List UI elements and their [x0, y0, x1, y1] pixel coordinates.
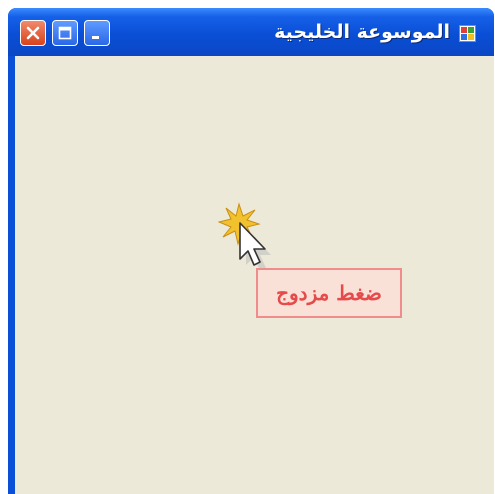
window-title: الموسوعة الخليجية	[274, 21, 450, 43]
close-button[interactable]	[20, 20, 46, 46]
maximize-button[interactable]	[52, 20, 78, 46]
double-click-label: ضغط مزدوج	[256, 268, 402, 318]
app-icon	[459, 25, 476, 42]
close-icon	[26, 26, 40, 40]
maximize-icon	[58, 26, 72, 40]
minimize-button[interactable]	[84, 20, 110, 46]
minimize-icon	[92, 36, 99, 39]
title-bar[interactable]: الموسوعة الخليجية	[8, 8, 494, 56]
arrow-cursor-icon	[239, 222, 271, 271]
double-click-indicator	[218, 202, 271, 271]
